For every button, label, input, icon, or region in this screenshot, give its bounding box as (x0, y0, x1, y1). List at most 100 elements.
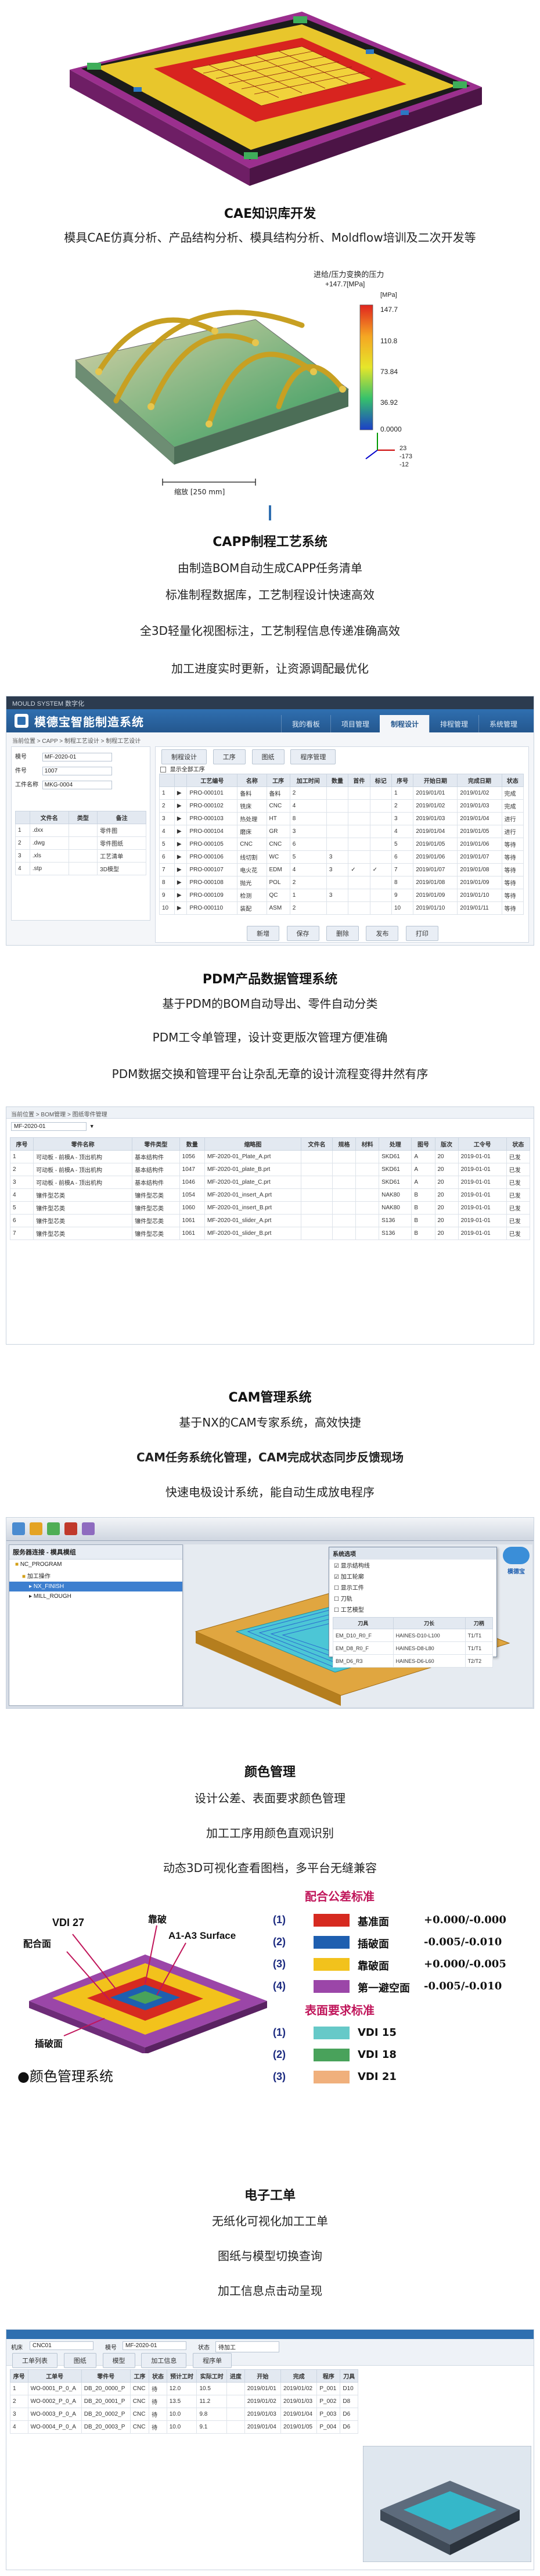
table-cell (355, 1214, 380, 1227)
field-name-input[interactable]: MKG-0004 (42, 781, 112, 789)
table-cell: A (411, 1163, 435, 1176)
table-cell: 待 (149, 2395, 167, 2408)
sub-tab-program[interactable]: 程序管理 (290, 749, 336, 764)
status-select[interactable]: 待加工 (215, 2341, 279, 2352)
table-row[interactable]: 3 WO-0003_P_0_A DB_20_0002_P CNC 待 10.0 9.8 201… (10, 2408, 358, 2421)
table-row[interactable]: 1 .dxx 零件图 (15, 824, 146, 837)
fit-row-2: (2) 插破面 -0.005/-0.010 (273, 1934, 540, 1951)
table-row[interactable]: 2 ▶ PRO-000102 铣床 CNC 4 2 2019/01/02 2019/01/03 完… (159, 799, 524, 813)
show-all-checkbox[interactable]: 显示全部工序 (160, 764, 205, 773)
cell: .xls (29, 849, 69, 863)
tab-system[interactable]: 系统管理 (478, 715, 528, 732)
table-row[interactable]: 9 ▶ PRO-000109 检测 QC 1 3 9 2019/01/09 2019/01/10 等… (159, 889, 524, 902)
column-header: 状态 (149, 2369, 167, 2383)
tree-item[interactable]: ▸ MILL_ROUGH (9, 1591, 182, 1601)
folder-icon: ■ (15, 1561, 19, 1568)
table-row[interactable]: 4 ▶ PRO-000104 磨床 GR 3 4 2019/01/04 2019/01/05 进行 (159, 825, 524, 838)
tab-drawing[interactable]: 图纸 (63, 2353, 96, 2368)
field-mold-input[interactable]: MF-2020-01 (42, 753, 112, 761)
table-row[interactable]: 8 ▶ PRO-000108 抛光 POL 2 8 2019/01/08 2019/01/09 等… (159, 876, 524, 889)
table-cell: 7 (391, 863, 414, 876)
tab-order-list[interactable]: 工单列表 (12, 2353, 57, 2368)
sub-tab-drawing[interactable]: 图纸 (251, 749, 285, 764)
tab-projects[interactable]: 项目管理 (330, 715, 380, 732)
column-header: 规格 (332, 1137, 357, 1151)
table-cell: PRO-000102 (186, 799, 238, 813)
table-row[interactable]: 2 可动板 - 前模A - 顶出机构 基本结构件 1047 MF-2020-01_pla… (9, 1163, 531, 1176)
table-row[interactable]: 1 可动板 - 前模A - 顶出机构 基本结构件 1056 MF-2020-01_Pla… (9, 1150, 531, 1163)
chevron-down-icon[interactable]: ▼ (89, 1123, 95, 1129)
tab-scheduling[interactable]: 排程管理 (429, 715, 478, 732)
cell: .dxx (29, 824, 69, 837)
table-cell (226, 2395, 245, 2408)
color-figure: VDI 27 配合面 靠破 A1-A3 Surface 插破面 ●颜色管理系统 … (0, 1885, 540, 2088)
cam-options-dialog: 系统选项 ☑ 显示结构线 ☑ 加工轮廓 ☐ 显示工件 ☐ 刀轨 ☐ 工艺模型 刀… (329, 1547, 497, 1668)
table-row[interactable]: 7 镶件型芯类 镶件型芯类 1061 MF-2020-01_slider_B.prt S1… (9, 1227, 531, 1240)
tab-model[interactable]: 模型 (102, 2353, 135, 2368)
table-row[interactable]: EM_D8_R0_F HAINES-D8-L80 T1/T1 (333, 1641, 494, 1655)
tree-item[interactable]: ■ NC_PROGRAM (9, 1560, 182, 1569)
toolbar-icon[interactable] (47, 1522, 60, 1535)
callout-insert-face: 插破面 (35, 2038, 63, 2049)
table-row[interactable]: EM_D10_R0_F HAINES-D10-L100 T1/T1 (333, 1629, 494, 1642)
sub-tab-design[interactable]: 制程设计 (161, 749, 207, 764)
table-row[interactable]: 1 ▶ PRO-000101 备料 备料 2 1 2019/01/01 2019/01/02 完成 (159, 786, 524, 800)
dialog-option[interactable]: ☑ 加工轮廓 (329, 1571, 496, 1582)
add-button[interactable]: 新增 (247, 926, 280, 941)
table-cell: 检测 (237, 889, 267, 902)
tab-process-design[interactable]: 制程设计 (379, 715, 429, 732)
pdm-line-1: 基于PDM的BOM自动导出、零件自动分类 (162, 997, 378, 1011)
table-row[interactable]: 6 镶件型芯类 镶件型芯类 1061 MF-2020-01_slider_A.prt S1… (9, 1214, 531, 1227)
ework-model-preview[interactable] (363, 2446, 531, 2562)
toolbar-icon[interactable] (30, 1522, 42, 1535)
table-cell: WO-0001_P_0_A (27, 2382, 82, 2395)
tree-item[interactable]: ■ 加工操作 (9, 1569, 182, 1582)
filter-select[interactable]: MF-2020-01 (11, 1122, 87, 1131)
publish-button[interactable]: 发布 (366, 926, 399, 941)
delete-button[interactable]: 删除 (326, 926, 359, 941)
table-row[interactable]: 3 .xls 工艺清单 (15, 849, 146, 863)
fit-name: 靠破面 (358, 1960, 389, 1973)
save-button[interactable]: 保存 (286, 926, 319, 941)
dialog-option[interactable]: ☐ 显示工件 (329, 1582, 496, 1593)
machine-select[interactable]: CNC01 (30, 2341, 93, 2350)
table-row[interactable]: 4 镶件型芯类 镶件型芯类 1054 MF-2020-01_insert_A.prt NA… (9, 1188, 531, 1202)
sub-tab-process[interactable]: 工序 (213, 749, 246, 764)
tab-program-sheet[interactable]: 程序单 (193, 2353, 232, 2368)
filter-label: 机床 (11, 2345, 23, 2351)
mold-select[interactable]: MF-2020-01 (123, 2341, 186, 2350)
table-cell: 镶件型芯类 (33, 1188, 133, 1202)
fit-name: 基准面 (358, 1916, 389, 1928)
table-row[interactable]: 7 ▶ PRO-000107 电火花 EDM 4 3 ✓ ✓ 7 2019/01/07 2019/01… (159, 863, 524, 876)
table-cell: 3 (391, 812, 414, 825)
table-cell: 基本结构件 (132, 1163, 180, 1176)
table-row[interactable]: 1 WO-0001_P_0_A DB_20_0000_P CNC 待 12.0 10.5 20… (10, 2382, 358, 2395)
table-row[interactable]: 2 WO-0002_P_0_A DB_20_0001_P CNC 待 13.5 11.2 20… (10, 2395, 358, 2408)
table-cell: 已发 (506, 1163, 531, 1176)
toolbar-icon[interactable] (64, 1522, 77, 1535)
dialog-option[interactable]: ☑ 显示结构线 (329, 1560, 496, 1571)
table-row[interactable]: 6 ▶ PRO-000106 线切割 WC 5 3 6 2019/01/06 2019/01/07… (159, 850, 524, 864)
table-row[interactable]: 4 WO-0004_P_0_A DB_20_0003_P CNC 待 10.0 9.1 201… (10, 2420, 358, 2434)
table-row[interactable]: 5 镶件型芯类 镶件型芯类 1060 MF-2020-01_insert_B.prt NA… (9, 1201, 531, 1215)
toolbar-icon[interactable] (12, 1522, 25, 1535)
field-part-input[interactable]: 1007 (42, 767, 112, 775)
table-row[interactable]: 3 可动板 - 前模A - 顶出机构 基本结构件 1046 MF-2020-01_pla… (9, 1176, 531, 1189)
table-cell: 备料 (237, 786, 267, 800)
toolbar-icon[interactable] (82, 1522, 95, 1535)
table-row[interactable]: 5 ▶ PRO-000105 CNC CNC 6 5 2019/01/05 2019/01/06… (159, 838, 524, 851)
table-row[interactable]: 3 ▶ PRO-000103 热处理 HT 8 3 2019/01/03 2019/01/04 进… (159, 812, 524, 825)
table-row[interactable]: 10 ▶ PRO-000110 装配 ASM 2 10 2019/01/10 2019/01/1… (159, 901, 524, 915)
dialog-option[interactable]: ☐ 工艺模型 (329, 1604, 496, 1615)
table-row[interactable]: 4 .stp 3D模型 (15, 862, 146, 875)
tree-item[interactable]: ▸ NX_FINISH (9, 1582, 182, 1591)
column-header: 进度 (226, 2369, 245, 2383)
fit-title: 配合公差标准 (305, 1889, 375, 1903)
print-button[interactable]: 打印 (405, 926, 438, 941)
table-row[interactable]: 2 .dwg 零件图纸 (15, 836, 146, 850)
tab-dashboard[interactable]: 我的看板 (280, 715, 330, 732)
table-cell (369, 825, 392, 838)
dialog-option[interactable]: ☐ 刀轨 (329, 1593, 496, 1604)
tab-machining-info[interactable]: 加工信息 (141, 2353, 187, 2368)
table-row[interactable]: BM_D6_R3 HAINES-D6-L60 T2/T2 (333, 1654, 494, 1668)
